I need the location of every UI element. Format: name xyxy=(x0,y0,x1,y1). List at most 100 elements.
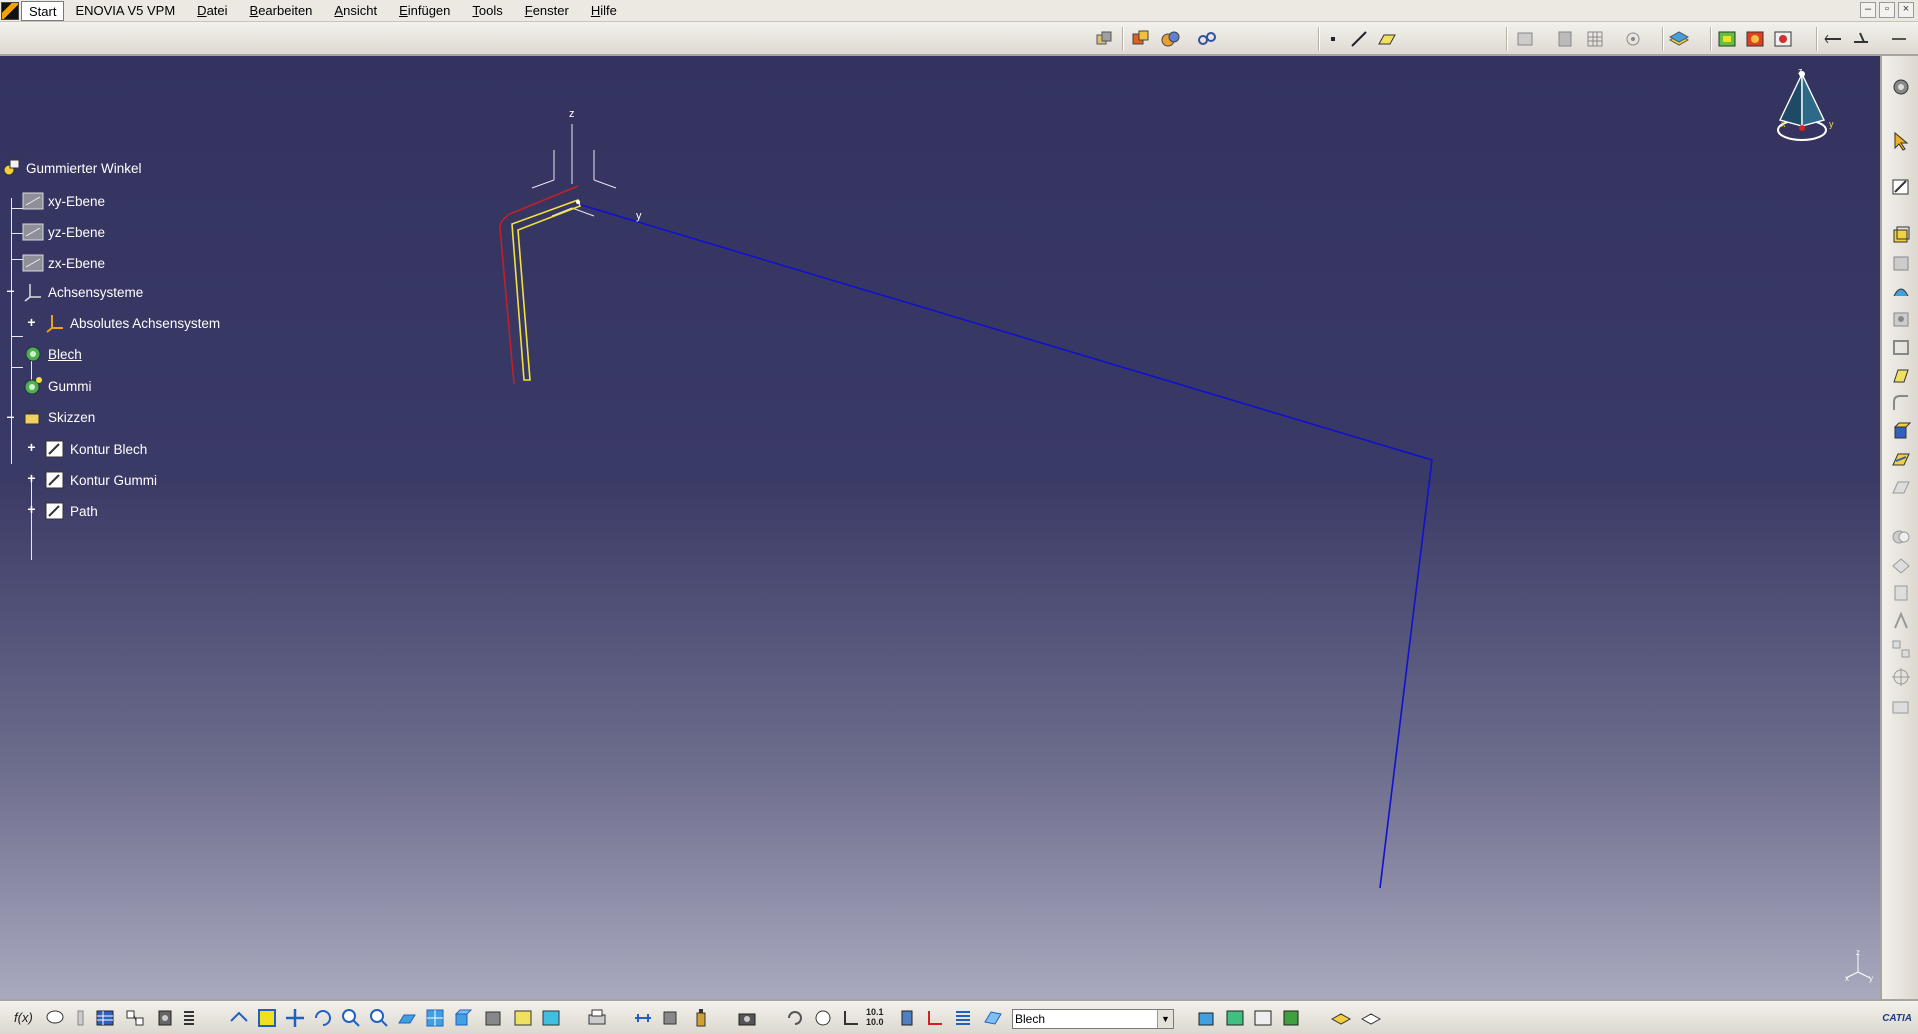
render-style-icon[interactable] xyxy=(482,1007,504,1029)
tree-item-axis-systems[interactable]: Achsensysteme xyxy=(22,280,143,304)
tree-item-yz-plane[interactable]: yz-Ebene xyxy=(22,220,105,244)
axis-icon[interactable] xyxy=(840,1007,862,1029)
close-button[interactable]: × xyxy=(1898,2,1914,18)
split-icon[interactable] xyxy=(1890,554,1912,576)
part-design-icon[interactable] xyxy=(1130,28,1152,50)
chevron-down-icon[interactable]: ▼ xyxy=(1157,1010,1173,1028)
measure-inertia-icon[interactable] xyxy=(660,1007,682,1029)
tree-item-label[interactable]: yz-Ebene xyxy=(48,225,105,240)
tree-item-label[interactable]: Gummi xyxy=(48,379,92,394)
menu-tools[interactable]: Tools xyxy=(461,1,513,21)
expand-toggle[interactable]: + xyxy=(26,502,37,516)
globe-icon[interactable] xyxy=(812,1007,834,1029)
iso-view-icon[interactable] xyxy=(452,1007,474,1029)
tree-item-absolute-axis[interactable]: Absolutes Achsensystem xyxy=(44,311,220,335)
knowledge-icon[interactable] xyxy=(124,1007,146,1029)
fly-mode-icon[interactable] xyxy=(228,1007,250,1029)
draft-icon[interactable] xyxy=(1890,364,1912,386)
measure-item-icon[interactable] xyxy=(1850,28,1872,50)
hand-icon[interactable] xyxy=(70,1007,92,1029)
rotate-icon[interactable] xyxy=(312,1007,334,1029)
refresh-icon[interactable] xyxy=(784,1007,806,1029)
tree-root[interactable]: Gummierter Winkel xyxy=(0,156,142,180)
print-icon[interactable] xyxy=(586,1007,608,1029)
settings-gear-icon[interactable] xyxy=(1890,76,1912,98)
menu-enovia[interactable]: ENOVIA V5 VPM xyxy=(64,1,186,21)
tree-item-label[interactable]: xy-Ebene xyxy=(48,194,105,209)
expand-toggle[interactable]: + xyxy=(26,471,37,485)
solid-icon[interactable] xyxy=(1890,420,1912,442)
menu-datei[interactable]: Datei xyxy=(186,1,238,21)
menu-start[interactable]: Start xyxy=(21,0,65,21)
minimize-button[interactable]: – xyxy=(1860,2,1876,18)
fix-icon[interactable] xyxy=(1554,28,1576,50)
expand-toggle[interactable]: + xyxy=(26,440,37,454)
compass-icon[interactable] xyxy=(1762,66,1842,156)
menu-bearbeiten[interactable]: Bearbeiten xyxy=(239,1,324,21)
tree-item-label[interactable]: zx-Ebene xyxy=(48,256,105,271)
hole-icon[interactable] xyxy=(1890,308,1912,330)
tree-item-kontur-blech[interactable]: Kontur Blech xyxy=(44,437,147,461)
book-icon[interactable] xyxy=(1280,1007,1302,1029)
3d-viewport[interactable]: z y z x y z x y Gummierter Winkel xy-Ebe… xyxy=(0,56,1880,999)
apply-material-icon[interactable] xyxy=(1772,28,1794,50)
material-icon[interactable] xyxy=(1744,28,1766,50)
tree-item-skizzen[interactable]: Skizzen xyxy=(22,405,95,429)
units-icon[interactable]: 10.1 10.0 xyxy=(866,1007,888,1029)
target-icon[interactable] xyxy=(1890,666,1912,688)
sketcher-icon[interactable] xyxy=(1890,176,1912,198)
generative-shape-icon[interactable] xyxy=(1160,28,1182,50)
plane-icon[interactable] xyxy=(1376,28,1398,50)
measure-between-icon[interactable] xyxy=(632,1007,654,1029)
cylinder-icon[interactable] xyxy=(896,1007,918,1029)
axis-red-icon[interactable] xyxy=(924,1007,946,1029)
current-part-select[interactable]: Blech ▼ xyxy=(1012,1009,1174,1029)
tree-item-zx-plane[interactable]: zx-Ebene xyxy=(22,251,105,275)
rib-icon[interactable] xyxy=(1890,280,1912,302)
thickness-icon[interactable] xyxy=(1890,448,1912,470)
comment-icon[interactable] xyxy=(44,1007,66,1029)
catalog-icon[interactable] xyxy=(1716,28,1738,50)
tree-item-kontur-gummi[interactable]: Kontur Gummi xyxy=(44,468,157,492)
menu-einfuegen[interactable]: Einfügen xyxy=(388,1,461,21)
formula-icon[interactable]: f(x) xyxy=(14,1007,40,1029)
snap-icon[interactable] xyxy=(1622,28,1644,50)
catia-app-icon[interactable] xyxy=(1,1,19,20)
point-icon[interactable] xyxy=(1322,28,1344,50)
restore-button[interactable]: ▫ xyxy=(1879,2,1895,18)
show-hide-icon[interactable] xyxy=(512,1007,534,1029)
tree-root-label[interactable]: Gummierter Winkel xyxy=(26,161,142,176)
swap-space-icon[interactable] xyxy=(540,1007,562,1029)
sew-icon[interactable] xyxy=(1890,610,1912,632)
zoom-out-icon[interactable] xyxy=(368,1007,390,1029)
map-icon[interactable] xyxy=(1224,1007,1246,1029)
table-icon[interactable] xyxy=(94,1007,116,1029)
tree-item-blech[interactable]: Blech xyxy=(22,342,82,366)
tree-item-path[interactable]: Path xyxy=(44,499,98,523)
line-icon[interactable] xyxy=(1348,28,1370,50)
assembly-icon[interactable] xyxy=(1093,28,1115,50)
expand-toggle[interactable]: + xyxy=(26,315,37,329)
tree-item-label[interactable]: Achsensysteme xyxy=(48,285,143,300)
fillet-icon[interactable] xyxy=(1890,392,1912,414)
bottle-icon[interactable] xyxy=(690,1007,712,1029)
tree-item-label[interactable]: Skizzen xyxy=(48,410,95,425)
tree-item-label[interactable]: Kontur Blech xyxy=(70,442,147,457)
select-arrow-icon[interactable] xyxy=(1890,130,1912,152)
shell-icon[interactable] xyxy=(1890,336,1912,358)
layers-icon[interactable] xyxy=(1330,1007,1352,1029)
layers-alt-icon[interactable] xyxy=(1360,1007,1382,1029)
collapse-toggle[interactable]: – xyxy=(5,409,16,423)
tree-item-gummi[interactable]: Gummi xyxy=(22,374,92,398)
collapse-toggle[interactable]: – xyxy=(5,283,16,297)
tree-item-label[interactable]: Path xyxy=(70,504,98,519)
measure-icon[interactable] xyxy=(1822,28,1844,50)
pattern-icon[interactable] xyxy=(1890,638,1912,660)
tree-item-label[interactable]: Absolutes Achsensystem xyxy=(70,316,220,331)
menu-fenster[interactable]: Fenster xyxy=(514,1,580,21)
model-geometry[interactable] xyxy=(0,56,1880,999)
close-surface-icon[interactable] xyxy=(1890,582,1912,604)
normal-view-icon[interactable] xyxy=(396,1007,418,1029)
tree-item-xy-plane[interactable]: xy-Ebene xyxy=(22,189,105,213)
grid-check-icon[interactable] xyxy=(1252,1007,1274,1029)
